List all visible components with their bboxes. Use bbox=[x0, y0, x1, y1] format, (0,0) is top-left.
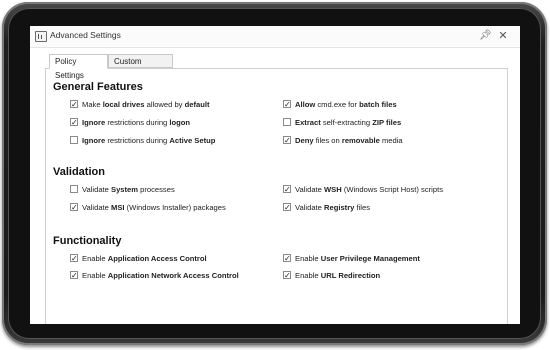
checkbox-icon[interactable]: ✓ bbox=[283, 203, 291, 212]
option-label: Enable User Privilege Management bbox=[295, 253, 420, 264]
checkbox-icon[interactable] bbox=[70, 185, 78, 193]
functionality-heading: Functionality bbox=[53, 235, 122, 247]
checkbox-icon[interactable]: ✓ bbox=[283, 136, 291, 145]
option-label-text: Validate bbox=[295, 203, 324, 212]
option-label-text: Validate bbox=[295, 185, 324, 194]
option-label-keyword: User Privilege Management bbox=[320, 254, 420, 263]
option-label: Enable URL Redirection bbox=[295, 270, 380, 281]
checkbox-icon[interactable]: ✓ bbox=[70, 118, 78, 127]
option-label-text: (Windows Installer) packages bbox=[124, 203, 226, 212]
settings-window: Advanced Settings 📌︎ ✕ Policy Settings C… bbox=[30, 26, 520, 324]
option-label-text: Enable bbox=[82, 254, 108, 263]
option-label: Validate WSH (Windows Script Host) scrip… bbox=[295, 184, 443, 195]
option-label-keyword: Application Access Control bbox=[107, 254, 207, 263]
option-label-text: media bbox=[379, 136, 403, 145]
option-label: Make local drives allowed by default bbox=[82, 99, 210, 110]
title-bar: Advanced Settings 📌︎ ✕ bbox=[30, 26, 520, 48]
option-label: Allow cmd.exe for batch files bbox=[295, 99, 397, 110]
option-label-keyword: removable bbox=[341, 136, 380, 145]
app-icon bbox=[35, 31, 47, 42]
option-label-text: files on bbox=[313, 136, 342, 145]
checkbox-icon[interactable]: ✓ bbox=[283, 185, 291, 194]
checkbox-icon[interactable]: ✓ bbox=[70, 203, 78, 212]
option-label-keyword: Registry bbox=[324, 203, 355, 212]
checkbox-icon[interactable]: ✓ bbox=[283, 254, 291, 263]
option-label-keyword: ZIP files bbox=[372, 118, 402, 127]
pin-icon[interactable]: 📌︎ bbox=[479, 30, 492, 42]
policy-settings-panel: General Features ✓ Make local drives allo… bbox=[45, 68, 508, 324]
option-label-text: files bbox=[354, 203, 371, 212]
option-label-text: allowed by bbox=[144, 100, 185, 109]
option-label-text: self-extracting bbox=[320, 118, 373, 127]
option-label-text: cmd.exe for bbox=[315, 100, 360, 109]
option-label-text: Enable bbox=[295, 254, 321, 263]
option-label-keyword: Deny bbox=[295, 136, 314, 145]
checkbox-icon[interactable] bbox=[283, 118, 291, 126]
option-label-text: Make bbox=[82, 100, 103, 109]
checkbox-icon[interactable]: ✓ bbox=[283, 100, 291, 109]
option-label-keyword: Extract bbox=[295, 118, 321, 127]
option-label-keyword: Ignore bbox=[82, 118, 106, 127]
option-label-text: Validate bbox=[82, 203, 111, 212]
checkbox-icon[interactable]: ✓ bbox=[70, 100, 78, 109]
option-label-text: Validate bbox=[82, 185, 111, 194]
option-label: Extract self-extracting ZIP files bbox=[295, 117, 401, 128]
checkbox-icon[interactable]: ✓ bbox=[70, 254, 78, 263]
option-label-keyword: Application Network Access Control bbox=[107, 271, 239, 280]
option-label-text: processes bbox=[138, 185, 175, 194]
option-label-keyword: batch files bbox=[359, 100, 397, 109]
option-label: Validate Registry files bbox=[295, 202, 370, 213]
option-label-keyword: MSI bbox=[111, 203, 125, 212]
option-label-text: Enable bbox=[82, 271, 108, 280]
checkbox-icon[interactable] bbox=[70, 136, 78, 144]
option-label: Ignore restrictions during logon bbox=[82, 117, 190, 128]
close-icon[interactable]: ✕ bbox=[496, 29, 510, 43]
option-label-keyword: URL Redirection bbox=[320, 271, 381, 280]
option-label-text: (Windows Script Host) scripts bbox=[341, 185, 443, 194]
option-label: Ignore restrictions during Active Setup bbox=[82, 135, 215, 146]
window-title: Advanced Settings bbox=[50, 30, 121, 40]
option-label-keyword: System bbox=[111, 185, 139, 194]
option-label-keyword: default bbox=[184, 100, 210, 109]
checkbox-icon[interactable]: ✓ bbox=[70, 271, 78, 280]
checkbox-icon[interactable]: ✓ bbox=[283, 271, 291, 280]
option-label-keyword: local drives bbox=[102, 100, 145, 109]
validation-heading: Validation bbox=[53, 166, 105, 178]
option-label-text: restrictions during bbox=[105, 118, 170, 127]
option-label: Validate MSI (Windows Installer) package… bbox=[82, 202, 226, 213]
option-label-keyword: WSH bbox=[324, 185, 342, 194]
option-label-keyword: Active Setup bbox=[169, 136, 216, 145]
option-label-text: Enable bbox=[295, 271, 321, 280]
tab-custom-settings[interactable]: Custom Settings bbox=[108, 54, 173, 80]
option-label: Deny files on removable media bbox=[295, 135, 403, 146]
option-label: Enable Application Access Control bbox=[82, 253, 207, 264]
option-label-keyword: logon bbox=[169, 118, 191, 127]
option-label: Validate System processes bbox=[82, 184, 175, 195]
option-label-keyword: Allow bbox=[295, 100, 316, 109]
option-label-keyword: Ignore bbox=[82, 136, 106, 145]
option-label-text: restrictions during bbox=[105, 136, 170, 145]
tab-policy-settings[interactable]: Policy Settings bbox=[49, 54, 108, 80]
option-label: Enable Application Network Access Contro… bbox=[82, 270, 239, 281]
